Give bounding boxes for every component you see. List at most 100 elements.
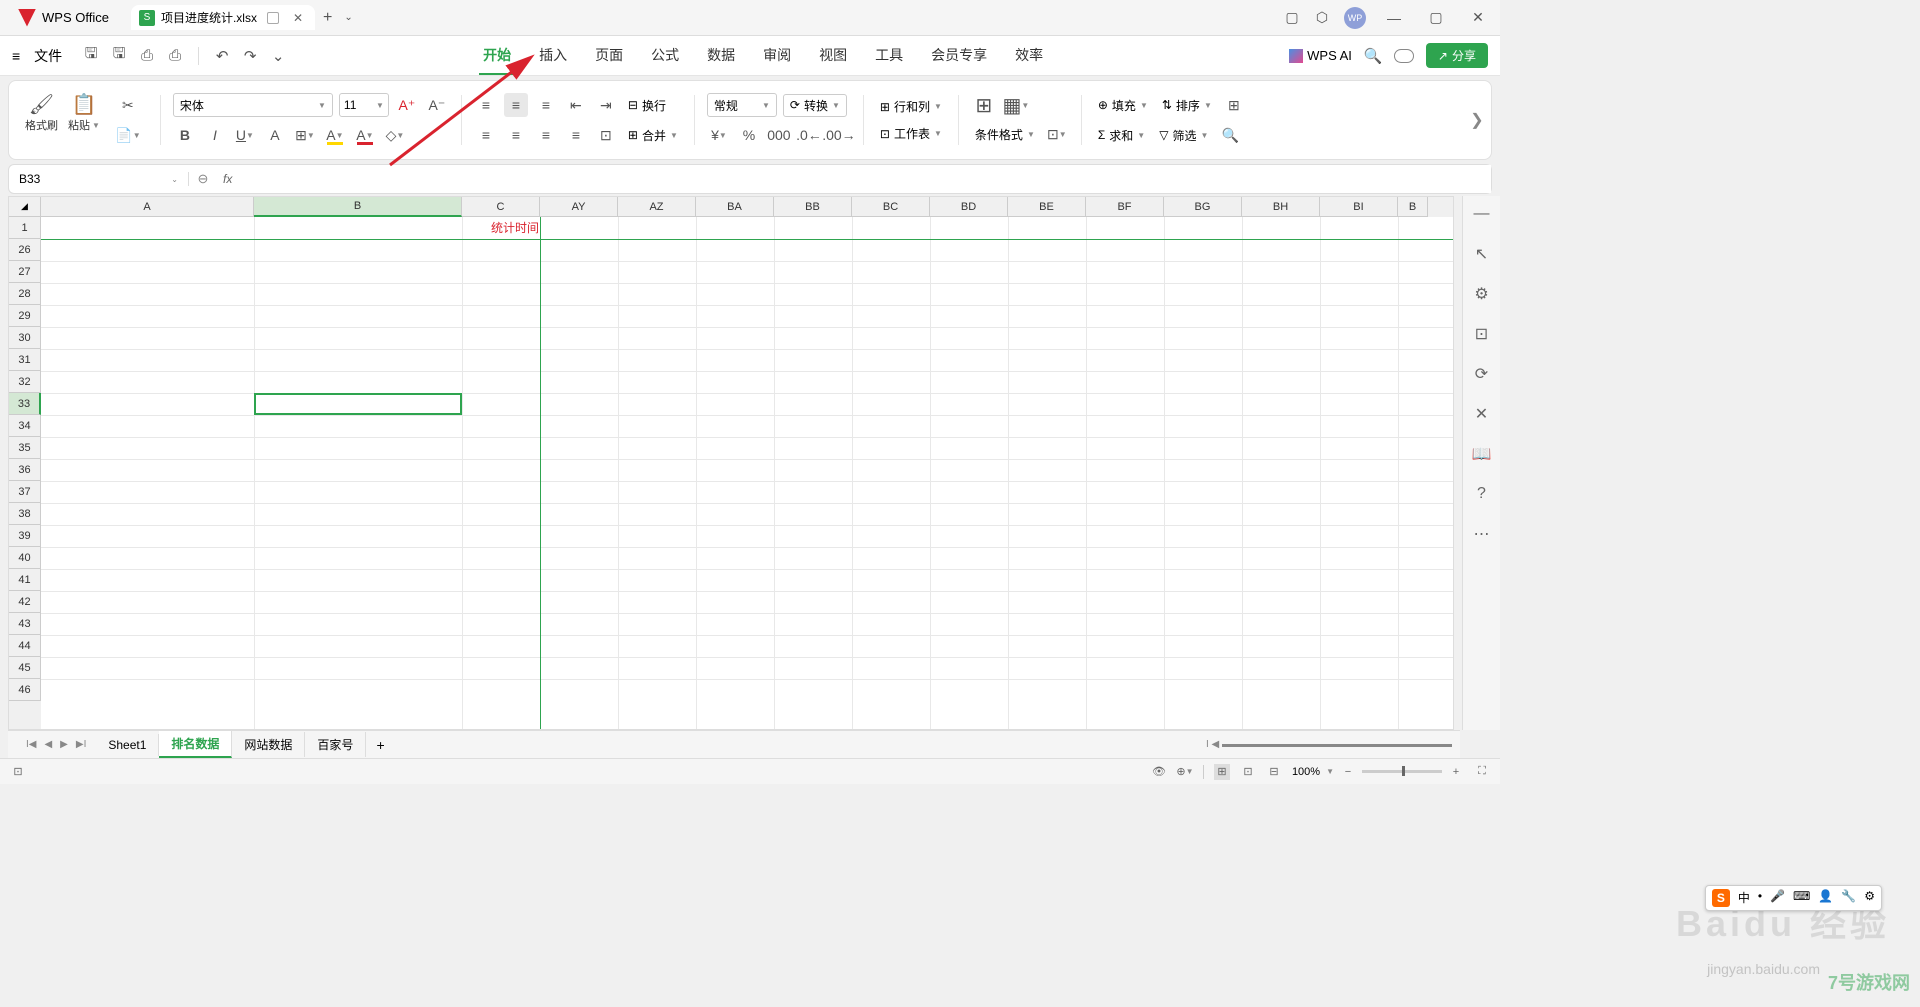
col-header-be[interactable]: BE — [1008, 197, 1086, 217]
font-size-select[interactable]: 11▼ — [339, 93, 389, 117]
eye-icon[interactable]: 👁 — [1151, 764, 1167, 780]
freeze-icon[interactable]: ⊞ — [1222, 93, 1246, 117]
ime-mic-icon[interactable]: 🎤 — [1770, 889, 1785, 907]
copy-icon[interactable]: 📄▼ — [116, 123, 140, 147]
name-box[interactable]: B33 ⌄ — [9, 172, 189, 186]
ime-tool-icon[interactable]: 🔧 — [1841, 889, 1856, 907]
border-icon[interactable]: ⊞▼ — [293, 123, 317, 147]
align-bottom-icon[interactable]: ≡ — [534, 93, 558, 117]
cancel-formula-icon[interactable]: ⊖ — [189, 171, 217, 187]
percent-icon[interactable]: % — [737, 123, 761, 147]
col-header-bi[interactable]: BI — [1320, 197, 1398, 217]
tab-page[interactable]: 页面 — [591, 37, 627, 75]
row-header[interactable]: 29 — [9, 305, 41, 327]
row-header[interactable]: 30 — [9, 327, 41, 349]
col-header-a[interactable]: A — [41, 197, 254, 217]
row-header[interactable]: 36 — [9, 459, 41, 481]
ribbon-expand-button[interactable]: ❯ — [1467, 100, 1487, 140]
page-break-icon[interactable]: ⊟ — [1266, 764, 1282, 780]
col-header-bg[interactable]: BG — [1164, 197, 1242, 217]
tab-view[interactable]: 视图 — [815, 37, 851, 75]
crop-icon[interactable]: ⊡▼ — [1045, 122, 1069, 146]
row-header[interactable]: 43 — [9, 613, 41, 635]
row-header[interactable]: 42 — [9, 591, 41, 613]
redo-icon[interactable]: ↷ — [241, 47, 259, 65]
zoom-in-icon[interactable]: + — [1448, 764, 1464, 780]
col-header-b[interactable]: B — [254, 197, 462, 217]
print-icon[interactable]: ⎙ — [138, 47, 156, 65]
close-button[interactable]: ✕ — [1464, 9, 1492, 26]
search-icon[interactable]: 🔍 — [1364, 47, 1382, 65]
sheet-last-button[interactable]: ▶I — [74, 739, 88, 750]
row-header[interactable]: 28 — [9, 283, 41, 305]
share-button[interactable]: ↗ 分享 — [1426, 43, 1488, 68]
increase-indent-icon[interactable]: ⇥ — [594, 93, 618, 117]
sheet-first-button[interactable]: I◀ — [24, 739, 38, 750]
filter-button[interactable]: ▽筛选▼ — [1155, 125, 1212, 146]
book-icon[interactable]: 📖 — [1472, 444, 1492, 464]
save-icon[interactable]: 🖫 — [82, 47, 100, 65]
tab-tools[interactable]: 工具 — [871, 37, 907, 75]
increase-font-icon[interactable]: A⁺ — [395, 93, 419, 117]
maximize-button[interactable]: ▢ — [1422, 9, 1450, 26]
underline-icon[interactable]: U▼ — [233, 123, 257, 147]
tab-data[interactable]: 数据 — [703, 37, 739, 75]
strikethrough-icon[interactable]: A — [263, 123, 287, 147]
ime-toolbar[interactable]: S 中 • 🎤 ⌨ 👤 🔧 ⚙ — [1705, 885, 1882, 911]
mobile-icon[interactable]: ▢ — [1284, 10, 1300, 26]
col-header-ba[interactable]: BA — [696, 197, 774, 217]
page-layout-icon[interactable]: ⊡ — [1240, 764, 1256, 780]
horizontal-scrollbar[interactable]: I ◀ ▬▬▬▬▬▬▬▬▬▬▬▬▬▬▬▬▬▬▬▬▬▬▬ — [1206, 739, 1452, 750]
row-header[interactable]: 1 — [9, 217, 41, 239]
tools-icon[interactable]: ✕ — [1472, 404, 1492, 424]
help-icon[interactable]: ? — [1472, 484, 1492, 504]
col-header-bh[interactable]: BH — [1242, 197, 1320, 217]
row-header[interactable]: 27 — [9, 261, 41, 283]
undo-icon[interactable]: ↶ — [213, 47, 231, 65]
zoom-slider[interactable] — [1362, 770, 1442, 773]
hamburger-icon[interactable]: ≡ — [10, 48, 22, 64]
crop-sidebar-icon[interactable]: ⊡ — [1472, 324, 1492, 344]
cube-icon[interactable]: ⬡ — [1314, 10, 1330, 26]
settings-icon[interactable]: ⚙ — [1472, 284, 1492, 304]
cells-viewport[interactable]: 统计时间 — [41, 217, 1453, 729]
collapse-sidebar-icon[interactable]: — — [1472, 204, 1492, 224]
row-header[interactable]: 35 — [9, 437, 41, 459]
font-color-icon[interactable]: A▼ — [353, 123, 377, 147]
merge-button[interactable]: ⊞合并▼ — [624, 125, 682, 146]
rowcol-button[interactable]: ⊞行和列▼ — [876, 96, 946, 117]
row-header[interactable]: 40 — [9, 547, 41, 569]
tab-close-button[interactable]: ✕ — [289, 11, 307, 25]
increase-decimal-icon[interactable]: .00→ — [827, 123, 851, 147]
justify-icon[interactable]: ≡ — [564, 123, 588, 147]
fill-button[interactable]: ⊕填充▼ — [1094, 95, 1152, 116]
row-header[interactable]: 31 — [9, 349, 41, 371]
fx-icon[interactable]: fx — [217, 172, 238, 186]
row-header[interactable]: 41 — [9, 569, 41, 591]
tab-efficiency[interactable]: 效率 — [1011, 37, 1047, 75]
col-header-az[interactable]: AZ — [618, 197, 696, 217]
font-name-select[interactable]: 宋体▼ — [173, 93, 333, 117]
refresh-icon[interactable]: ⟳ — [1472, 364, 1492, 384]
sheet-tab-4[interactable]: 百家号 — [305, 732, 366, 757]
select-all-corner[interactable]: ◢ — [9, 197, 41, 217]
zoom-level[interactable]: 100% — [1292, 766, 1320, 778]
sheet-tab-2[interactable]: 排名数据 — [159, 731, 232, 758]
decrease-decimal-icon[interactable]: .0← — [797, 123, 821, 147]
ime-skin-icon[interactable]: 👤 — [1818, 889, 1833, 907]
print-preview-icon[interactable]: ⎙ — [166, 47, 184, 65]
align-right-icon[interactable]: ≡ — [534, 123, 558, 147]
sheet-tab-1[interactable]: Sheet1 — [96, 734, 159, 756]
wrap-text-button[interactable]: ⊟换行 — [624, 95, 670, 116]
worksheet-button[interactable]: ⊡工作表▼ — [876, 123, 946, 144]
user-avatar[interactable]: WP — [1344, 7, 1366, 29]
decrease-font-icon[interactable]: A⁻ — [425, 93, 449, 117]
fullscreen-icon[interactable]: ⛶ — [1474, 764, 1490, 780]
row-header[interactable]: 44 — [9, 635, 41, 657]
sort-button[interactable]: ⇅排序▼ — [1158, 95, 1216, 116]
sheet-next-button[interactable]: ▶ — [58, 739, 70, 750]
format-painter-button[interactable]: 🖌 格式刷 — [25, 93, 58, 147]
add-sheet-button[interactable]: + — [366, 737, 394, 753]
tab-more-button[interactable]: ⌄ — [340, 12, 356, 23]
cell-style-button[interactable]: ▦▼ — [1003, 94, 1029, 116]
